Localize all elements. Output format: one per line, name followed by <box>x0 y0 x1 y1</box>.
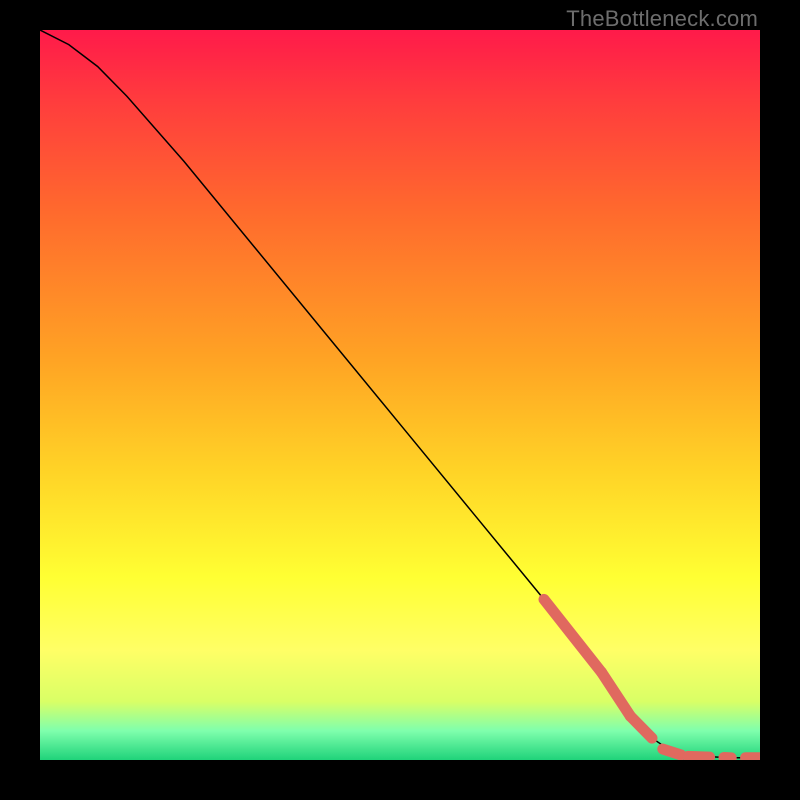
highlight-group <box>544 599 760 757</box>
plot-area <box>40 30 760 760</box>
main-curve-path <box>40 30 760 758</box>
highlight-segment <box>544 599 602 672</box>
highlight-segment <box>630 716 652 738</box>
highlight-segment <box>602 672 631 716</box>
highlight-segment <box>663 749 681 755</box>
watermark-label: TheBottleneck.com <box>566 6 758 32</box>
curve-svg <box>40 30 760 760</box>
chart-frame: TheBottleneck.com <box>0 0 800 800</box>
highlight-segment <box>688 756 710 757</box>
